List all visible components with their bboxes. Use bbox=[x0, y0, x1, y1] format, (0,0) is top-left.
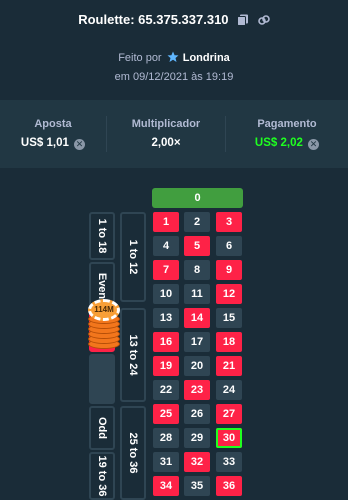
number-cell-28[interactable]: 28 bbox=[153, 428, 179, 448]
number-cell-22[interactable]: 22 bbox=[153, 380, 179, 400]
dozen-1-label: 1 to 12 bbox=[127, 239, 139, 275]
number-cell-1[interactable]: 1 bbox=[153, 212, 179, 232]
number-cell-12[interactable]: 12 bbox=[216, 284, 242, 304]
currency-icon: ✕ bbox=[308, 139, 320, 150]
number-cell-31[interactable]: 31 bbox=[153, 452, 179, 472]
number-cell-5[interactable]: 5 bbox=[184, 236, 210, 256]
number-cell-20[interactable]: 20 bbox=[184, 356, 210, 376]
number-cell-3[interactable]: 3 bbox=[216, 212, 242, 232]
number-cell-21[interactable]: 21 bbox=[216, 356, 242, 376]
bet-1-to-18[interactable]: 1 to 18 bbox=[89, 212, 115, 260]
number-cell-32[interactable]: 32 bbox=[184, 452, 210, 472]
stat-bet: Aposta US$ 1,01 ✕ bbox=[0, 100, 106, 168]
number-zero[interactable]: 0 bbox=[152, 188, 243, 208]
number-cell-10[interactable]: 10 bbox=[153, 284, 179, 304]
vip-star-icon bbox=[167, 51, 179, 66]
bet-dozen-2[interactable]: 13 to 24 bbox=[120, 308, 146, 402]
number-cell-18[interactable]: 18 bbox=[216, 332, 242, 352]
bet-1-to-18-label: 1 to 18 bbox=[96, 218, 108, 254]
payout-value-row: US$ 2,02 ✕ bbox=[226, 137, 348, 150]
multiplier-label: Multiplicador bbox=[131, 118, 201, 130]
bet-date: em 09/12/2021 às 19:19 bbox=[114, 71, 234, 83]
bet-value: US$ 1,01 bbox=[20, 137, 69, 149]
number-cell-16[interactable]: 16 bbox=[153, 332, 179, 352]
dozen-2-label: 13 to 24 bbox=[127, 334, 139, 376]
number-cell-26[interactable]: 26 bbox=[184, 404, 210, 424]
number-cell-9[interactable]: 9 bbox=[216, 260, 242, 280]
payout-value: US$ 2,02 bbox=[254, 137, 303, 149]
dozen-3-label: 25 to 36 bbox=[127, 432, 139, 474]
bet-stats: Aposta US$ 1,01 ✕ Multiplicador 2,00× Pa… bbox=[0, 100, 348, 168]
number-cell-6[interactable]: 6 bbox=[216, 236, 242, 256]
bet-19-to-36-label: 19 to 36 bbox=[96, 455, 108, 497]
number-cell-24[interactable]: 24 bbox=[216, 380, 242, 400]
number-cell-13[interactable]: 13 bbox=[153, 308, 179, 328]
link-icon[interactable] bbox=[257, 14, 270, 29]
bet-title-row: Roulette: 65.375.337.310 bbox=[0, 12, 348, 29]
bet-odd[interactable]: Odd bbox=[89, 406, 115, 450]
roulette-board: 0 1 to 18 Even Odd 19 to 36 1 to 12 13 t… bbox=[0, 168, 348, 500]
byline: Feito por Londrina bbox=[0, 51, 348, 66]
chip-value: 114M bbox=[88, 299, 120, 321]
game-title: Roulette: 65.375.337.310 bbox=[78, 12, 229, 27]
user-link[interactable]: Londrina bbox=[183, 52, 230, 64]
number-cell-8[interactable]: 8 bbox=[184, 260, 210, 280]
bet-odd-label: Odd bbox=[96, 417, 108, 439]
number-cell-25[interactable]: 25 bbox=[153, 404, 179, 424]
bet-header: Roulette: 65.375.337.310 Feito por Londr… bbox=[0, 0, 348, 100]
bet-dozen-1[interactable]: 1 to 12 bbox=[120, 212, 146, 302]
stat-multiplier: Multiplicador 2,00× bbox=[107, 100, 225, 168]
number-cell-35[interactable]: 35 bbox=[184, 476, 210, 496]
stat-payout: Pagamento US$ 2,02 ✕ bbox=[226, 100, 348, 168]
number-cell-15[interactable]: 15 bbox=[216, 308, 242, 328]
currency-icon: ✕ bbox=[74, 139, 86, 150]
number-cell-14[interactable]: 14 bbox=[184, 308, 210, 328]
bet-dozen-3[interactable]: 25 to 36 bbox=[120, 406, 146, 500]
number-cell-23[interactable]: 23 bbox=[184, 380, 210, 400]
bet-value-row: US$ 1,01 ✕ bbox=[0, 137, 106, 150]
bet-label: Aposta bbox=[34, 118, 72, 130]
multiplier-value: 2,00× bbox=[151, 137, 181, 149]
number-cell-34[interactable]: 34 bbox=[153, 476, 179, 496]
number-cell-36[interactable]: 36 bbox=[216, 476, 242, 496]
byline-prefix: Feito por bbox=[118, 52, 162, 64]
copy-icon[interactable] bbox=[237, 14, 249, 29]
bet-even-label: Even bbox=[96, 272, 108, 300]
number-cell-17[interactable]: 17 bbox=[184, 332, 210, 352]
number-cell-29[interactable]: 29 bbox=[184, 428, 210, 448]
number-cell-4[interactable]: 4 bbox=[153, 236, 179, 256]
number-cell-11[interactable]: 11 bbox=[184, 284, 210, 304]
chip-stack[interactable]: 114M bbox=[85, 299, 123, 353]
number-cell-33[interactable]: 33 bbox=[216, 452, 242, 472]
number-cell-2[interactable]: 2 bbox=[184, 212, 210, 232]
number-cell-30[interactable]: 30 bbox=[216, 428, 242, 448]
bet-black[interactable] bbox=[89, 354, 115, 404]
bet-19-to-36[interactable]: 19 to 36 bbox=[89, 452, 115, 500]
number-cell-19[interactable]: 19 bbox=[153, 356, 179, 376]
number-cell-27[interactable]: 27 bbox=[216, 404, 242, 424]
number-cell-7[interactable]: 7 bbox=[153, 260, 179, 280]
payout-label: Pagamento bbox=[257, 118, 317, 130]
